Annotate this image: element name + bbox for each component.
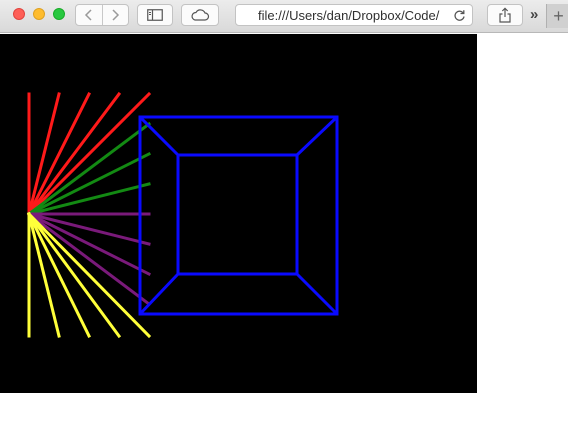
close-window-button[interactable]: [13, 8, 25, 20]
tunnel-edge-top-right: [295, 115, 339, 157]
drawing-surface: [26, 91, 339, 339]
fan-ray: [26, 211, 152, 339]
cloud-icon: [191, 9, 210, 21]
tunnel-inner-rectangle: [176, 153, 299, 276]
share-icon: [499, 7, 511, 23]
tunnel-edge-bottom-right: [295, 272, 339, 316]
back-button[interactable]: [76, 5, 103, 25]
reload-button[interactable]: [452, 8, 466, 22]
fan-ray: [26, 211, 92, 339]
forward-button[interactable]: [103, 5, 129, 25]
tunnel-edge-bottom-left: [138, 272, 180, 316]
navigation-buttons: [75, 4, 129, 26]
sidebar-button[interactable]: [137, 4, 173, 26]
browser-toolbar: file:///Users/dan/Dropbox/Code/ » +: [0, 0, 568, 33]
icloud-tabs-button[interactable]: [181, 4, 219, 26]
fan-ray: [26, 151, 152, 217]
fan-ray: [26, 91, 92, 217]
minimize-window-button[interactable]: [33, 8, 45, 20]
tunnel: [138, 115, 339, 316]
canvas[interactable]: [0, 34, 477, 393]
sidebar-icon: [147, 9, 163, 21]
new-tab-button[interactable]: +: [546, 4, 568, 28]
plus-icon: +: [553, 6, 564, 26]
ray-fan: [26, 91, 152, 339]
double-chevron-right-icon[interactable]: »: [530, 6, 539, 24]
tunnel-edge-top-left: [138, 115, 180, 157]
chevron-left-icon: [84, 9, 92, 21]
address-bar[interactable]: file:///Users/dan/Dropbox/Code/: [235, 4, 473, 26]
fan-ray: [26, 211, 152, 277]
chevron-right-icon: [112, 9, 120, 21]
fan-ray: [26, 91, 152, 217]
zoom-window-button[interactable]: [53, 8, 65, 20]
reload-icon: [453, 9, 465, 21]
share-button[interactable]: [487, 4, 523, 26]
url-text: file:///Users/dan/Dropbox/Code/: [258, 8, 440, 23]
